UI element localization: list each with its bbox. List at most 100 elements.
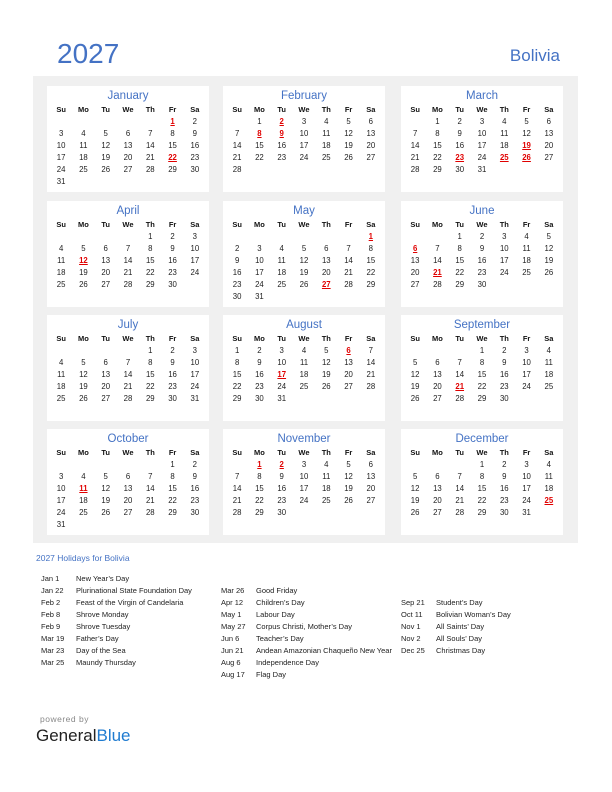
holiday-date: Mar 26 [221, 586, 245, 595]
day-cell: 19 [344, 484, 353, 493]
weekday-header: Sa [366, 220, 376, 229]
empty-cell [72, 116, 94, 128]
month-september: September Su Mo Tu We Th Fr Sa 1 2 3 4 5 6 7 8 9 10 11 12 13… [401, 315, 563, 421]
weekday-header: We [122, 448, 134, 457]
day-cell: 20 [433, 382, 442, 391]
day-cell: 16 [168, 370, 177, 379]
holiday-date: Sep 21 [401, 598, 425, 607]
day-cell: 14 [433, 256, 442, 265]
day-cell: 6 [103, 358, 108, 367]
day-cell: 11 [322, 472, 331, 481]
day-cell: 28 [366, 382, 376, 391]
day-cell: 18 [544, 370, 554, 379]
day-cell: 30 [168, 394, 177, 403]
generalblue-logo[interactable]: GeneralBlue [36, 726, 131, 746]
day-cell: 16 [455, 141, 465, 150]
holiday-date: Aug 17 [221, 670, 245, 679]
day-cell: 28 [232, 508, 242, 517]
holiday-item: Nov 2 All Souls’ Day [401, 633, 576, 645]
weekday-header: Mo [432, 105, 443, 114]
holiday-column-3: Sep 21 Student’s Day Oct 11 Bolivian Woman’… [401, 597, 576, 657]
month-name: March [466, 90, 498, 102]
calendar-panel: January Su Mo Tu We Th Fr Sa 1 2 3 4 5 6 7 8 9 10 11 12 13 14… [33, 76, 578, 543]
day-cell: 27 [123, 165, 133, 174]
empty-cell [50, 231, 72, 243]
holiday-name: Day of the Sea [76, 646, 126, 655]
holiday-name: Flag Day [256, 670, 287, 679]
holiday-day-cell: 25 [499, 153, 509, 162]
month-december: December Su Mo Tu We Th Fr Sa 1 2 3 4 5 6 7 8 9 10 11 12 13 1… [401, 429, 563, 535]
day-cell: 13 [101, 256, 111, 265]
empty-cell [95, 231, 117, 243]
holiday-date: Mar 25 [41, 658, 65, 667]
weekday-header: Sa [190, 334, 200, 343]
holiday-item: Jan 1 New Year’s Day [41, 573, 216, 585]
day-cell: 18 [522, 256, 531, 265]
day-cell: 19 [410, 382, 420, 391]
day-cell: 10 [255, 256, 264, 265]
day-cell: 7 [457, 472, 462, 481]
day-grid: Su Mo Tu We Th Fr Sa 1 2 3 4 5 6 7 8 9 10 11 12 13 14 15 16 17 1… [223, 103, 385, 176]
day-cell: 19 [101, 496, 111, 505]
year-title: 2027 [57, 38, 120, 69]
day-cell: 28 [232, 165, 242, 174]
holiday-name: All Saints’ Day [436, 622, 485, 631]
day-cell: 27 [433, 394, 442, 403]
day-cell: 5 [324, 346, 329, 355]
day-cell: 29 [455, 280, 465, 289]
day-cell: 21 [232, 496, 242, 505]
day-cell: 31 [477, 165, 487, 174]
weekday-header: Th [145, 334, 155, 343]
day-cell: 29 [433, 165, 442, 174]
day-cell: 13 [366, 129, 376, 138]
day-cell: 9 [170, 358, 175, 367]
day-cell: 27 [544, 153, 554, 162]
month-april: April Su Mo Tu We Th Fr Sa 1 2 3 4 5 6 7 8 9 10 11 12 13 14 15… [47, 201, 209, 307]
day-cell: 31 [190, 394, 200, 403]
day-cell: 23 [277, 153, 287, 162]
day-cell: 6 [125, 472, 131, 481]
empty-cell [404, 116, 426, 128]
weekday-header: Tu [277, 220, 286, 229]
weekday-header: Fr [344, 220, 353, 229]
day-cell: 5 [301, 244, 307, 253]
day-cell: 11 [277, 256, 286, 265]
day-cell: 19 [410, 496, 420, 505]
day-cell: 7 [346, 244, 351, 253]
weekday-header: Sa [366, 334, 376, 343]
day-cell: 8 [148, 244, 153, 253]
holiday-item: Mar 25 Maundy Thursday [41, 657, 216, 669]
weekday-header: Mo [254, 105, 265, 114]
day-cell: 14 [123, 370, 133, 379]
holiday-date: Feb 8 [41, 610, 61, 619]
day-cell: 9 [502, 472, 507, 481]
day-cell: 15 [255, 141, 264, 150]
holiday-item: Jan 22 Plurinational State Foundation Day [41, 585, 216, 597]
day-cell: 5 [346, 460, 351, 469]
weekday-header: We [476, 448, 488, 457]
weekday-header: Fr [522, 334, 531, 343]
day-cell: 20 [433, 496, 442, 505]
day-cell: 21 [123, 268, 133, 277]
day-cell: 23 [499, 496, 509, 505]
holiday-name: Andean Amazonian Chaqueño New Year [256, 646, 392, 655]
holiday-day-cell: 1 [170, 117, 175, 126]
month-name: September [453, 319, 511, 331]
day-cell: 18 [321, 141, 331, 150]
weekday-header: Tu [101, 220, 110, 229]
day-cell: 10 [299, 472, 309, 481]
weekday-header: Sa [544, 105, 554, 114]
day-cell: 19 [299, 268, 309, 277]
weekday-header: We [298, 105, 310, 114]
day-cell: 15 [366, 256, 376, 265]
month-name: August [286, 319, 322, 331]
day-grid: Su Mo Tu We Th Fr Sa 1 2 3 4 5 6 7 8 9 10 11 12 13 14 15 16 17 1… [47, 218, 209, 291]
day-cell: 17 [499, 256, 509, 265]
weekday-header: Fr [168, 334, 177, 343]
month-name: January [107, 90, 149, 102]
day-cell: 4 [324, 117, 329, 126]
holiday-name: Maundy Thursday [76, 658, 136, 667]
day-cell: 24 [255, 280, 264, 289]
day-cell: 19 [344, 141, 353, 150]
day-cell: 31 [277, 394, 287, 403]
